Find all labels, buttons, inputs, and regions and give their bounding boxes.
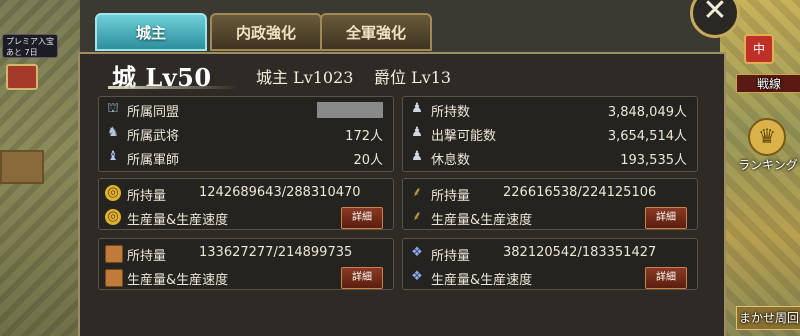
wood-icon <box>105 245 123 263</box>
alliance-label: 所属同盟 <box>127 105 180 120</box>
gold-production-row: ◎ 生産量&生産速度 詳細 <box>99 207 393 229</box>
trophy-icon[interactable]: ♛ <box>748 118 786 156</box>
soldier-icon: ♟ <box>411 125 423 140</box>
lord-level: 城主 Lv1023 <box>256 68 354 87</box>
food-detail-button[interactable]: 詳細 <box>645 207 687 229</box>
iron-production-row: ❖ 生産量&生産速度 詳細 <box>403 267 697 289</box>
front-line-button[interactable]: 戦線 <box>736 74 800 93</box>
rank-level: 爵位 Lv13 <box>374 68 452 87</box>
strategists-label: 所属軍師 <box>127 153 180 168</box>
food-owned-label: 所持量 <box>431 189 471 204</box>
level-header: 城 Lv50 城主 Lv1023 爵位 Lv13 <box>108 58 712 92</box>
wood-owned-label: 所持量 <box>127 249 167 264</box>
troops-rest-value: 193,535人 <box>620 153 687 168</box>
tab-domestic-boost[interactable]: 内政強化 <box>210 13 322 51</box>
wood-production-label: 生産量&生産速度 <box>127 273 229 288</box>
wood-detail-button[interactable]: 詳細 <box>341 267 383 289</box>
food-owned-value: 226616538/224125106 <box>503 185 657 200</box>
strategist-icon: ♝ <box>107 149 119 164</box>
troops-owned-value: 3,848,049人 <box>607 105 687 120</box>
alliance-row: ⛫ 所属同盟 <box>99 99 393 121</box>
strategists-value: 20人 <box>353 153 383 168</box>
generals-row: ♞ 所属武将 172人 <box>99 123 393 145</box>
soldier-icon: ♟ <box>411 149 423 164</box>
ore-icon: ❖ <box>411 269 423 284</box>
food-resource-box: ⸙ 所持量 226616538/224125106 ⸙ 生産量&生産速度 詳細 <box>402 178 698 230</box>
gold-owned-row: ◎ 所持量 1242689643/288310470 <box>99 183 393 205</box>
wood-owned-value: 133627277/214899735 <box>199 245 353 260</box>
tab-army-boost[interactable]: 全軍強化 <box>320 13 432 51</box>
gold-resource-box: ◎ 所持量 1242689643/288310470 ◎ 生産量&生産速度 詳細 <box>98 178 394 230</box>
generals-value: 172人 <box>345 129 383 144</box>
coin-icon: ◎ <box>105 209 121 225</box>
coin-icon: ◎ <box>105 185 121 201</box>
castle-icon: ⛫ <box>107 101 119 116</box>
food-production-row: ⸙ 生産量&生産速度 詳細 <box>403 207 697 229</box>
divider <box>108 86 238 89</box>
tab-lord[interactable]: 城主 <box>95 13 207 51</box>
strategists-row: ♝ 所属軍師 20人 <box>99 147 393 169</box>
wood-resource-box: 所持量 133627277/214899735 生産量&生産速度 詳細 <box>98 238 394 290</box>
wood-production-row: 生産量&生産速度 詳細 <box>99 267 393 289</box>
wood-owned-row: 所持量 133627277/214899735 <box>99 243 393 265</box>
alliance-name-redacted <box>317 102 383 118</box>
iron-detail-button[interactable]: 詳細 <box>645 267 687 289</box>
building-icon <box>6 64 38 90</box>
building-icon <box>0 150 44 184</box>
troops-owned-label: 所持数 <box>431 105 471 120</box>
ore-icon: ❖ <box>411 245 423 260</box>
generals-label: 所属武将 <box>127 129 180 144</box>
gold-production-label: 生産量&生産速度 <box>127 213 229 228</box>
troops-sortie-label: 出撃可能数 <box>431 129 497 144</box>
troops-box: ♟ 所持数 3,848,049人 ♟ 出撃可能数 3,654,514人 ♟ 休息… <box>402 96 698 172</box>
troops-owned-row: ♟ 所持数 3,848,049人 <box>403 99 697 121</box>
premium-badge[interactable]: プレミア入宝 あと 7日 <box>2 34 58 58</box>
troops-sortie-value: 3,654,514人 <box>607 129 687 144</box>
gold-owned-value: 1242689643/288310470 <box>199 185 361 200</box>
troops-rest-label: 休息数 <box>431 153 471 168</box>
general-icon: ♞ <box>107 125 119 140</box>
food-owned-row: ⸙ 所持量 226616538/224125106 <box>403 183 697 205</box>
food-production-label: 生産量&生産速度 <box>431 213 533 228</box>
troops-rest-row: ♟ 休息数 193,535人 <box>403 147 697 169</box>
iron-owned-label: 所持量 <box>431 249 471 264</box>
affiliation-box: ⛫ 所属同盟 ♞ 所属武将 172人 ♝ 所属軍師 20人 <box>98 96 394 172</box>
wheat-icon: ⸙ <box>412 185 422 200</box>
ranking-button[interactable]: ランキング <box>736 156 800 173</box>
auto-loop-button[interactable]: まかせ周回 <box>736 306 800 330</box>
soldier-icon: ♟ <box>411 101 423 116</box>
iron-production-label: 生産量&生産速度 <box>431 273 533 288</box>
iron-owned-row: ❖ 所持量 382120542/183351427 <box>403 243 697 265</box>
wheat-icon: ⸙ <box>412 209 422 224</box>
gold-detail-button[interactable]: 詳細 <box>341 207 383 229</box>
background-map-left: プレミア入宝 あと 7日 <box>0 0 80 336</box>
gold-owned-label: 所持量 <box>127 189 167 204</box>
iron-resource-box: ❖ 所持量 382120542/183351427 ❖ 生産量&生産速度 詳細 <box>402 238 698 290</box>
troops-sortie-row: ♟ 出撃可能数 3,654,514人 <box>403 123 697 145</box>
wood-icon <box>105 269 123 287</box>
news-icon[interactable]: 中 <box>744 34 774 64</box>
iron-owned-value: 382120542/183351427 <box>503 245 657 260</box>
